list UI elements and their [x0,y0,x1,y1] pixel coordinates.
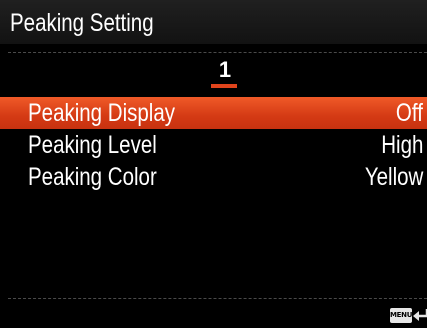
menu-item-peaking-color[interactable]: Peaking Color Yellow [0,161,427,193]
page-indicator-underline [211,84,237,88]
menu-item-label: Peaking Color [28,163,157,191]
menu-item-peaking-display[interactable]: Peaking Display Off [0,97,427,129]
footer-bar: MENU [0,300,427,328]
menu-item-value: High [380,131,423,159]
menu-key-icon[interactable]: MENU [390,308,412,323]
menu-item-label: Peaking Display [28,99,175,127]
page-title: Peaking Setting [10,9,154,37]
menu-item-value: Yellow [364,163,423,191]
menu-item-peaking-level[interactable]: Peaking Level High [0,129,427,161]
header-divider [8,52,427,53]
page-number[interactable]: 1 [210,58,240,82]
menu-header: Peaking Setting [0,0,427,44]
menu-item-label: Peaking Level [28,131,157,159]
return-arrow-icon[interactable] [413,306,427,326]
menu-item-value: Off [396,99,423,127]
camera-menu-screen: Peaking Setting 1 Peaking Display Off Pe… [0,0,427,328]
footer-divider [8,298,427,299]
settings-list: Peaking Display Off Peaking Level High P… [0,97,427,193]
